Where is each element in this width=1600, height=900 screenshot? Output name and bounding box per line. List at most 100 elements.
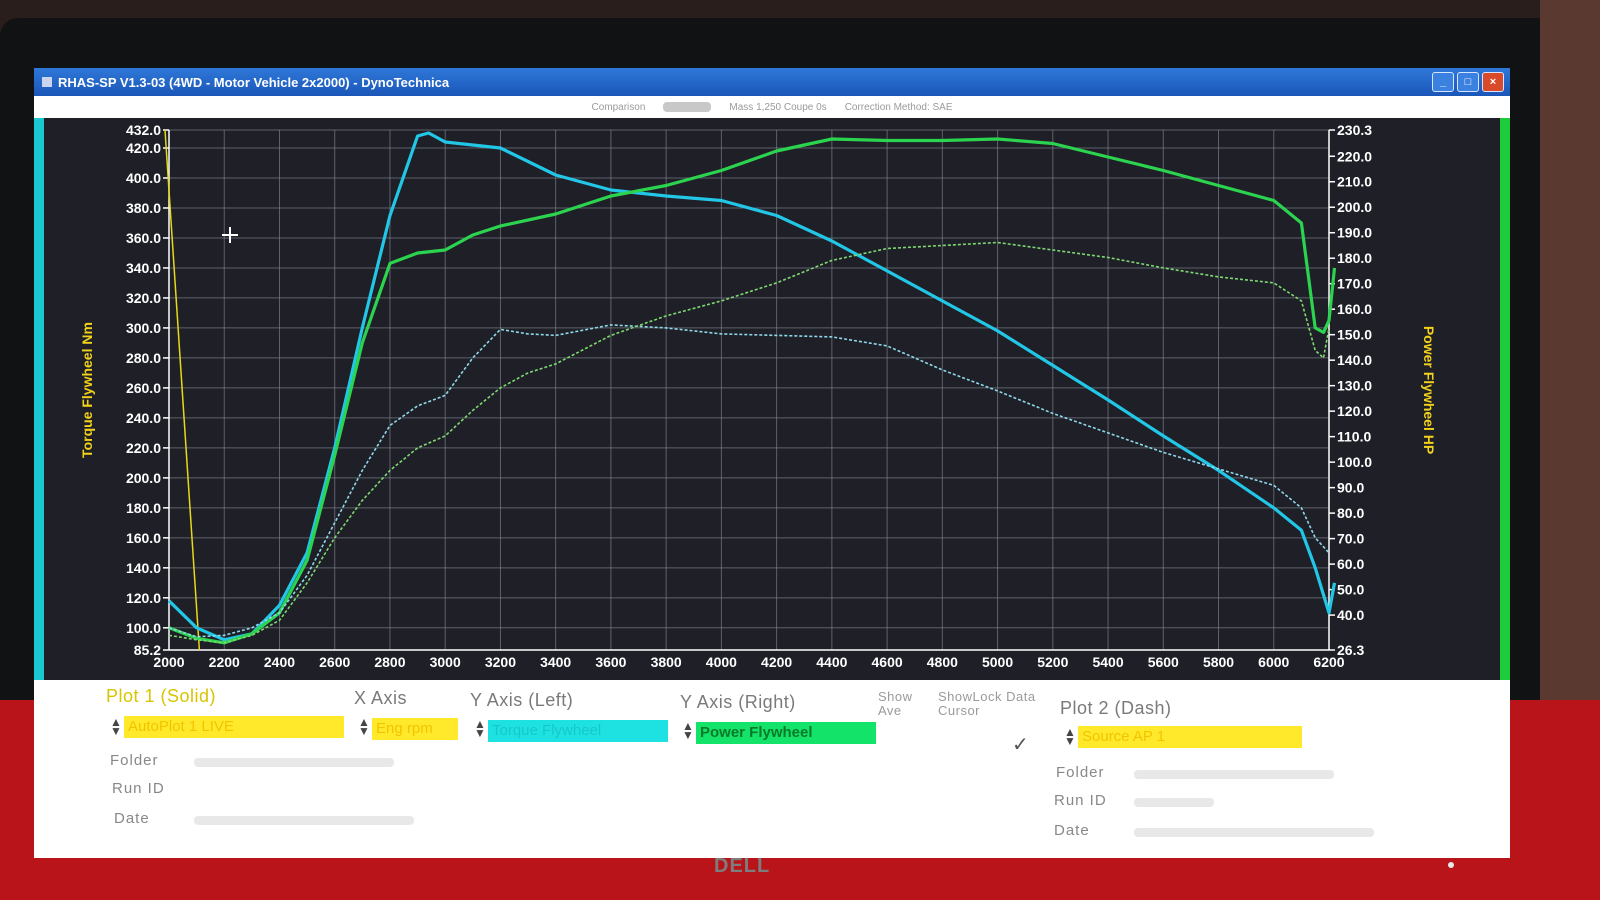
left-tick-label: 432.0 bbox=[126, 122, 161, 138]
plot1-runid-label: Run ID bbox=[112, 780, 165, 797]
yright-header: Y Axis (Right) bbox=[680, 692, 796, 712]
plot2-folder-value bbox=[1134, 770, 1334, 779]
x-tick-label: 2800 bbox=[374, 654, 405, 670]
xaxis-select[interactable]: Eng rpm bbox=[372, 718, 458, 740]
right-tick-label: 50.0 bbox=[1337, 582, 1364, 598]
right-tick-label: 210.0 bbox=[1337, 174, 1372, 190]
plot1-folder-value bbox=[194, 758, 394, 767]
left-tick-label: 400.0 bbox=[126, 170, 161, 186]
yleft-spinner[interactable]: ▲ ▼ bbox=[474, 718, 486, 739]
background-wall bbox=[1540, 0, 1600, 700]
right-tick-label: 40.0 bbox=[1337, 607, 1364, 623]
series-power_plot1 bbox=[168, 137, 1337, 645]
minimize-button[interactable]: _ bbox=[1432, 72, 1454, 92]
plot2-source-select[interactable]: Source AP 1 bbox=[1078, 726, 1302, 748]
yleft-header: Y Axis (Left) bbox=[470, 690, 574, 710]
yright-select[interactable]: Power Flywheel bbox=[696, 722, 876, 744]
right-tick-label: 130.0 bbox=[1337, 378, 1372, 394]
x-tick-label: 4600 bbox=[872, 654, 903, 670]
right-tick-label: 110.0 bbox=[1337, 429, 1371, 445]
screen: RHAS-SP V1.3-03 (4WD - Motor Vehicle 2x2… bbox=[34, 68, 1510, 858]
right-tick-label: 26.3 bbox=[1337, 642, 1364, 658]
right-tick-label: 200.0 bbox=[1337, 199, 1372, 215]
x-tick-label: 4800 bbox=[927, 654, 958, 670]
x-tick-label: 5000 bbox=[982, 654, 1013, 670]
series-torque_plot2 bbox=[168, 324, 1330, 638]
x-tick-label: 3600 bbox=[595, 654, 626, 670]
right-tick-label: 160.0 bbox=[1337, 301, 1372, 317]
right-tick-label: 170.0 bbox=[1337, 276, 1372, 292]
yleft-select[interactable]: Torque Flywheel bbox=[488, 720, 668, 742]
plot1-date-label: Date bbox=[114, 810, 150, 827]
plot2-date-label: Date bbox=[1054, 822, 1090, 839]
left-tick-label: 260.0 bbox=[126, 380, 161, 396]
right-tick-label: 190.0 bbox=[1337, 225, 1372, 241]
show-lock-cursor-label: ShowLock Data Cursor bbox=[938, 689, 1036, 718]
maximize-button[interactable]: □ bbox=[1457, 72, 1479, 92]
comparison-value bbox=[663, 102, 712, 112]
plot1-folder-label: Folder bbox=[110, 752, 159, 769]
x-tick-label: 3000 bbox=[430, 654, 461, 670]
left-tick-label: 420.0 bbox=[126, 140, 161, 156]
right-tick-label: 230.3 bbox=[1337, 122, 1372, 138]
left-axis-label: Torque Flywheel Nm bbox=[79, 322, 95, 458]
left-tick-label: 380.0 bbox=[126, 200, 161, 216]
left-tick-label: 85.2 bbox=[134, 642, 161, 658]
xaxis-spinner[interactable]: ▲ ▼ bbox=[358, 716, 370, 737]
plot1-header: Plot 1 (Solid) bbox=[106, 686, 217, 706]
right-axis-label: Power Flywheel HP bbox=[1421, 326, 1437, 454]
right-tick-label: 150.0 bbox=[1337, 327, 1372, 343]
x-tick-label: 3400 bbox=[540, 654, 571, 670]
left-tick-label: 140.0 bbox=[126, 560, 161, 576]
x-tick-label: 5400 bbox=[1092, 654, 1123, 670]
x-tick-label: 5800 bbox=[1203, 654, 1234, 670]
right-tick-label: 220.0 bbox=[1337, 148, 1372, 164]
x-tick-label: 5600 bbox=[1148, 654, 1179, 670]
left-tick-label: 200.0 bbox=[126, 470, 161, 486]
x-tick-label: 3800 bbox=[651, 654, 682, 670]
left-tick-label: 320.0 bbox=[126, 290, 161, 306]
right-tick-label: 80.0 bbox=[1337, 505, 1364, 521]
x-tick-label: 2600 bbox=[319, 654, 350, 670]
close-button[interactable]: × bbox=[1482, 72, 1504, 92]
dyno-chart[interactable]: 2000 2200 2400 2600 2800 3000 3200 3400 3600 3800… bbox=[34, 118, 1510, 680]
plot1-source-select[interactable]: AutoPlot 1 LIVE bbox=[124, 716, 344, 738]
series-torque_plot1 bbox=[167, 131, 1337, 642]
plot1-spinner[interactable]: ▲ ▼ bbox=[110, 716, 122, 737]
left-tick-label: 120.0 bbox=[126, 590, 161, 606]
dyno-chart-area: 2000 2200 2400 2600 2800 3000 3200 3400 3600 3800… bbox=[34, 118, 1510, 680]
x-tick-label: 4200 bbox=[761, 654, 792, 670]
title-bar: RHAS-SP V1.3-03 (4WD - Motor Vehicle 2x2… bbox=[34, 68, 1510, 96]
plot2-spinner[interactable]: ▲ ▼ bbox=[1064, 726, 1076, 747]
right-tick-label: 100.0 bbox=[1337, 454, 1372, 470]
power-indicator bbox=[1448, 862, 1454, 868]
right-tick-label: 90.0 bbox=[1337, 480, 1364, 496]
plot2-folder-label: Folder bbox=[1056, 764, 1105, 781]
plot-controls: Plot 1 (Solid) X Axis Y Axis (Left) Y Ax… bbox=[34, 680, 1510, 858]
x-tick-label: 5200 bbox=[1037, 654, 1068, 670]
x-tick-label: 2200 bbox=[209, 654, 240, 670]
left-tick-label: 360.0 bbox=[126, 230, 161, 246]
plot2-header: Plot 2 (Dash) bbox=[1060, 698, 1172, 718]
window-buttons: _ □ × bbox=[1432, 72, 1504, 92]
x-tick-label: 4400 bbox=[816, 654, 847, 670]
x-tick-label: 2400 bbox=[264, 654, 295, 670]
left-tick-label: 240.0 bbox=[126, 410, 161, 426]
left-tick-label: 280.0 bbox=[126, 350, 161, 366]
right-tick-label: 70.0 bbox=[1337, 531, 1364, 547]
monitor-brand-logo: DELL bbox=[714, 855, 771, 877]
yright-spinner[interactable]: ▲ ▼ bbox=[682, 720, 694, 741]
plot1-date-value bbox=[194, 816, 414, 825]
right-tick-label: 180.0 bbox=[1337, 250, 1372, 266]
lock-cursor-checkbox[interactable]: ✓ bbox=[1012, 732, 1029, 757]
x-tick-label: 4000 bbox=[706, 654, 737, 670]
left-tick-label: 340.0 bbox=[126, 260, 161, 276]
window-title: RHAS-SP V1.3-03 (4WD - Motor Vehicle 2x2… bbox=[58, 74, 450, 90]
x-tick-label: 3200 bbox=[485, 654, 516, 670]
left-tick-label: 220.0 bbox=[126, 440, 161, 456]
correction-label: Correction Method: SAE bbox=[844, 101, 953, 113]
app-icon bbox=[42, 77, 52, 87]
left-tick-label: 160.0 bbox=[126, 530, 161, 546]
series-power_plot2 bbox=[168, 241, 1330, 644]
xaxis-header: X Axis bbox=[354, 688, 408, 708]
